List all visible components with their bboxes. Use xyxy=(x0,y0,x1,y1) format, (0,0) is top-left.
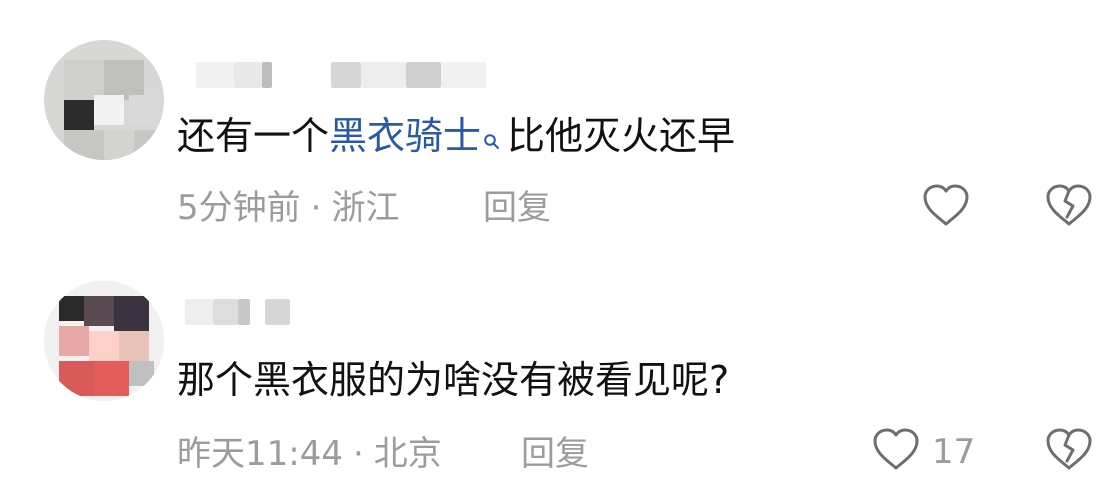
comment-text: 还有一个黑衣骑士 比他灭火还早 xyxy=(177,112,735,162)
dislike-button[interactable] xyxy=(1043,182,1095,234)
comment-meta: 5分钟前 · 浙江 xyxy=(177,186,399,230)
username-pixel xyxy=(238,299,250,325)
comment-meta: 昨天11:44 · 北京 xyxy=(177,432,442,476)
comment-location: 北京 xyxy=(373,434,442,474)
username-pixel xyxy=(262,62,272,88)
meta-separator: · xyxy=(310,188,322,228)
avatar-pixel xyxy=(59,326,89,356)
username-pixel xyxy=(213,299,238,325)
username-pixel xyxy=(441,62,486,88)
comment-time: 5分钟前 xyxy=(177,188,301,228)
broken-heart-icon xyxy=(1043,428,1095,478)
broken-heart-icon xyxy=(1043,184,1095,234)
comment-time: 昨天11:44 xyxy=(177,434,343,474)
comment-location: 浙江 xyxy=(331,188,400,228)
username-pixel xyxy=(361,62,406,88)
username-pixel xyxy=(265,299,290,325)
username-blurred xyxy=(196,62,486,88)
username-blurred xyxy=(185,299,295,325)
username-pixel xyxy=(406,62,441,88)
avatar-pixel xyxy=(59,296,84,321)
username-pixel xyxy=(196,62,234,88)
meta-separator: · xyxy=(352,434,364,474)
comment-text: 那个黑衣服的为啥没有被看见呢? xyxy=(177,358,730,402)
heart-icon xyxy=(870,426,922,478)
search-link-text[interactable]: 黑衣骑士 xyxy=(329,114,481,158)
avatar[interactable] xyxy=(44,40,164,160)
heart-icon xyxy=(920,182,972,234)
avatar-pixel xyxy=(104,60,144,100)
reply-button[interactable]: 回复 xyxy=(483,186,551,230)
username-pixel xyxy=(234,62,262,88)
avatar-pixel xyxy=(94,95,124,125)
avatar-pixel xyxy=(129,95,159,125)
comment-text-before: 还有一个 xyxy=(177,114,330,158)
like-button[interactable]: 17 xyxy=(870,426,975,478)
avatar-pixel xyxy=(84,296,114,326)
reply-button[interactable]: 回复 xyxy=(521,432,589,476)
avatar-pixel xyxy=(119,331,149,361)
avatar-pixel xyxy=(104,130,134,160)
avatar-pixel xyxy=(114,296,149,331)
comment-item: 那个黑衣服的为啥没有被看见呢? 昨天11:44 · 北京 回复 17 xyxy=(0,250,1101,501)
search-icon[interactable] xyxy=(483,114,501,162)
comment-item: 还有一个黑衣骑士 比他灭火还早 5分钟前 · 浙江 回复 xyxy=(0,0,1101,250)
avatar-pixel xyxy=(64,100,94,130)
comment-text-after: 比他灭火还早 xyxy=(507,114,736,158)
avatar[interactable] xyxy=(44,281,164,401)
avatar-pixel xyxy=(59,361,94,396)
avatar-pixel xyxy=(64,60,104,100)
avatar-pixel xyxy=(94,361,129,396)
username-pixel xyxy=(185,299,213,325)
username-pixel xyxy=(331,62,361,88)
like-count: 17 xyxy=(932,432,976,472)
avatar-pixel xyxy=(89,331,119,361)
like-button[interactable] xyxy=(920,182,982,234)
avatar-pixel xyxy=(129,361,154,386)
dislike-button[interactable] xyxy=(1043,426,1095,478)
